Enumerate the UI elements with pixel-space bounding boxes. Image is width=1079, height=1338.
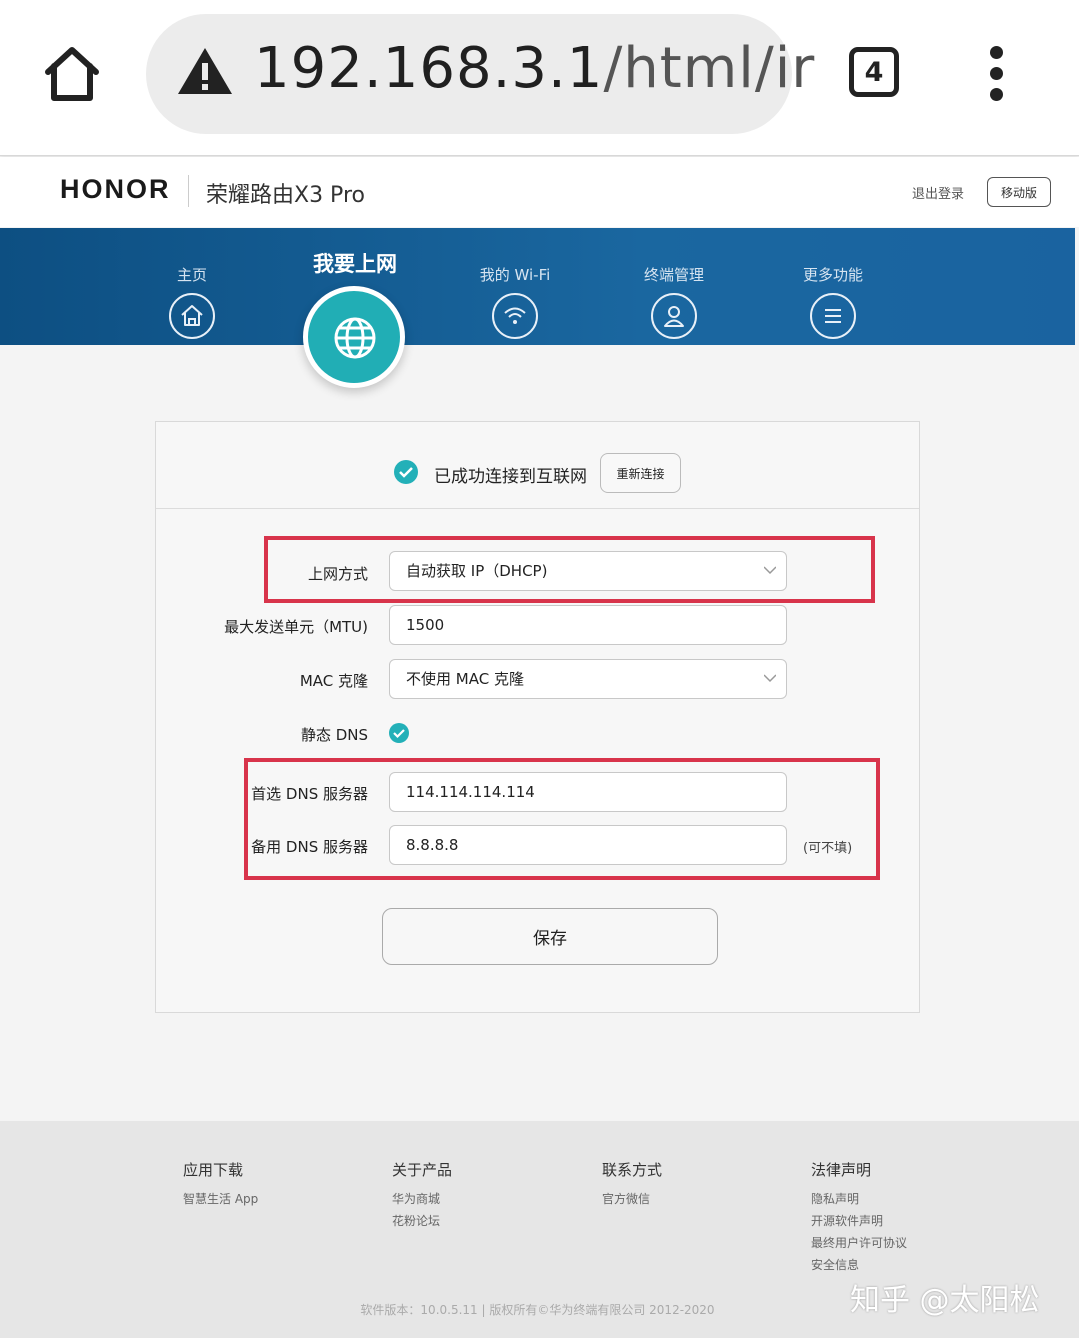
router-header: HONOR 荣耀路由X3 Pro 退出登录 移动版 (0, 157, 1079, 227)
nav-item-wifi[interactable]: 我的 Wi-Fi (450, 228, 580, 339)
mac-clone-value: 不使用 MAC 克隆 (406, 670, 524, 688)
internet-settings-panel: 已成功连接到互联网 重新连接 上网方式 自动获取 IP（DHCP) 最大发送单元… (155, 421, 920, 1013)
divider (188, 175, 189, 207)
static-dns-checkbox[interactable] (389, 723, 409, 743)
chevron-down-icon (764, 674, 776, 683)
footer-link[interactable]: 花粉论坛 (392, 1210, 452, 1232)
footer-heading: 联系方式 (602, 1161, 663, 1179)
nav-item-home[interactable]: 主页 (127, 228, 257, 339)
footer-link[interactable]: 智慧生活 App (183, 1188, 258, 1210)
mobile-version-button[interactable]: 移动版 (987, 177, 1051, 207)
mtu-label: 最大发送单元（MTU) (224, 618, 368, 636)
product-name: 荣耀路由X3 Pro (206, 183, 365, 208)
footer-heading: 应用下载 (183, 1161, 244, 1179)
nav-label: 主页 (176, 266, 207, 284)
wifi-icon (492, 293, 538, 339)
check-icon (393, 729, 405, 739)
url-host: 192.168.3.1 (254, 36, 604, 101)
footer-link[interactable]: 隐私声明 (811, 1188, 907, 1210)
globe-icon[interactable] (303, 286, 405, 388)
user-icon (651, 293, 697, 339)
logout-link[interactable]: 退出登录 (912, 183, 964, 202)
nav-label: 终端管理 (643, 266, 704, 284)
nav-item-more[interactable]: 更多功能 (768, 228, 898, 339)
footer-col-legal: 法律声明 隐私声明 开源软件声明 最终用户许可协议 安全信息 (811, 1159, 907, 1276)
mac-clone-select[interactable]: 不使用 MAC 克隆 (389, 659, 787, 699)
watermark: 知乎 @太阳松 (850, 1283, 1040, 1318)
url-path: /html/ir (603, 36, 816, 101)
home-icon (169, 293, 215, 339)
nav-item-internet-label[interactable]: 我要上网 (290, 248, 420, 278)
footer-link[interactable]: 最终用户许可协议 (811, 1232, 907, 1254)
highlight-box (264, 536, 875, 603)
warning-icon[interactable] (176, 46, 234, 96)
footer-col-product: 关于产品 华为商城 花粉论坛 (392, 1159, 452, 1232)
save-button[interactable]: 保存 (382, 908, 718, 965)
status-text: 已成功连接到互联网 (434, 467, 587, 487)
nav-label: 我的 Wi-Fi (479, 266, 551, 284)
home-icon[interactable] (40, 42, 104, 106)
footer-col-download: 应用下载 智慧生活 App (183, 1159, 258, 1210)
browser-toolbar: 192.168.3.1/html/ir 4 (0, 0, 1079, 156)
footer-link[interactable]: 官方微信 (602, 1188, 662, 1210)
mtu-input[interactable]: 1500 (389, 605, 787, 645)
overflow-menu-icon[interactable] (984, 46, 1008, 102)
reconnect-button[interactable]: 重新连接 (600, 453, 681, 493)
tab-count: 4 (864, 56, 884, 88)
footer-col-contact: 联系方式 官方微信 (602, 1159, 662, 1210)
main-nav: 主页 我的 Wi-Fi 终端管理 更多功能 (0, 228, 1075, 345)
footer-link[interactable]: 安全信息 (811, 1254, 907, 1276)
mac-clone-label: MAC 克隆 (299, 672, 368, 690)
nav-item-devices[interactable]: 终端管理 (609, 228, 739, 339)
nav-label: 更多功能 (802, 266, 863, 284)
static-dns-label: 静态 DNS (300, 726, 368, 744)
check-circle-icon (394, 460, 418, 484)
footer-heading: 法律声明 (811, 1161, 872, 1179)
highlight-box (244, 758, 880, 880)
menu-icon (810, 293, 856, 339)
footer-link[interactable]: 华为商城 (392, 1188, 452, 1210)
footer: 应用下载 智慧生活 App 关于产品 华为商城 花粉论坛 联系方式 官方微信 法… (0, 1121, 1079, 1338)
url-text[interactable]: 192.168.3.1/html/ir (254, 36, 815, 101)
tab-switcher-button[interactable]: 4 (849, 47, 899, 97)
brand-logo: HONOR (60, 174, 171, 204)
footer-link[interactable]: 开源软件声明 (811, 1210, 907, 1232)
connection-status: 已成功连接到互联网 重新连接 (156, 422, 919, 509)
footer-heading: 关于产品 (392, 1161, 453, 1179)
address-bar[interactable]: 192.168.3.1/html/ir (146, 14, 814, 134)
